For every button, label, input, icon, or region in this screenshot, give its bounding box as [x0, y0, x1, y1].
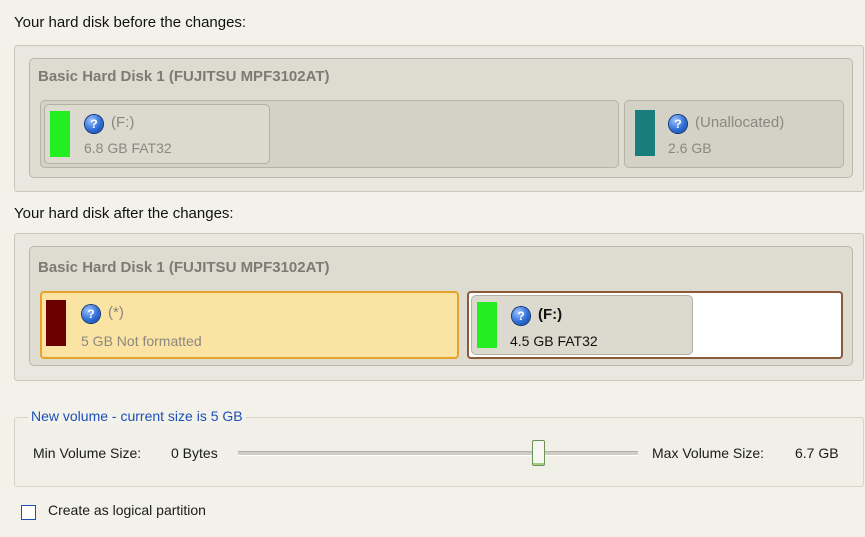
before-partition-f[interactable]: ? (F:) 6.8 GB FAT32 — [40, 100, 619, 168]
min-volume-label: Min Volume Size: — [33, 445, 142, 461]
partition-info: 2.6 GB — [668, 140, 712, 156]
after-disk-box[interactable]: Basic Hard Disk 1 (FUJITSU MPF3102AT) ? … — [29, 246, 853, 366]
logical-partition-label[interactable]: Create as logical partition — [48, 502, 206, 518]
partition-name: (Unallocated) — [695, 114, 785, 131]
after-partition-f[interactable]: ? (F:) 4.5 GB FAT32 — [467, 291, 843, 359]
partition-color-swatch — [477, 302, 497, 348]
volume-size-slider-track[interactable] — [238, 451, 638, 456]
after-section-label: Your hard disk after the changes: — [14, 205, 234, 222]
partition-info: 6.8 GB FAT32 — [84, 140, 172, 156]
before-disk-title: Basic Hard Disk 1 (FUJITSU MPF3102AT) — [38, 68, 330, 85]
partition-color-swatch — [46, 300, 66, 346]
before-partition-unallocated[interactable]: ? (Unallocated) 2.6 GB — [624, 100, 844, 168]
partition-info: 4.5 GB FAT32 — [510, 333, 598, 349]
before-partition-f-used: ? (F:) 6.8 GB FAT32 — [44, 104, 270, 164]
help-question-icon: ? — [82, 305, 100, 323]
before-disk-panel: Basic Hard Disk 1 (FUJITSU MPF3102AT) ? … — [14, 45, 864, 192]
partition-name: (*) — [108, 304, 124, 321]
partition-color-swatch — [50, 111, 70, 157]
help-question-icon: ? — [669, 115, 687, 133]
max-volume-label: Max Volume Size: — [652, 445, 765, 461]
after-partition-f-used: ? (F:) 4.5 GB FAT32 — [471, 295, 693, 355]
after-disk-title: Basic Hard Disk 1 (FUJITSU MPF3102AT) — [38, 259, 330, 276]
new-volume-legend: New volume - current size is 5 GB — [28, 408, 246, 424]
volume-size-slider-thumb[interactable] — [532, 440, 545, 466]
partition-color-swatch — [635, 110, 655, 156]
help-question-icon: ? — [512, 307, 530, 325]
partition-name: (F:) — [538, 306, 563, 323]
before-section-label: Your hard disk before the changes: — [14, 14, 247, 31]
partition-info: 5 GB Not formatted — [81, 333, 202, 349]
after-disk-panel: Basic Hard Disk 1 (FUJITSU MPF3102AT) ? … — [14, 233, 864, 381]
partition-name: (F:) — [111, 114, 135, 131]
help-question-icon: ? — [85, 115, 103, 133]
min-volume-value: 0 Bytes — [171, 445, 218, 461]
after-partition-new-selected[interactable]: ? (*) 5 GB Not formatted — [40, 291, 459, 359]
before-disk-box[interactable]: Basic Hard Disk 1 (FUJITSU MPF3102AT) ? … — [29, 58, 853, 178]
max-volume-value: 6.7 GB — [795, 445, 839, 461]
logical-partition-checkbox[interactable] — [21, 505, 36, 520]
